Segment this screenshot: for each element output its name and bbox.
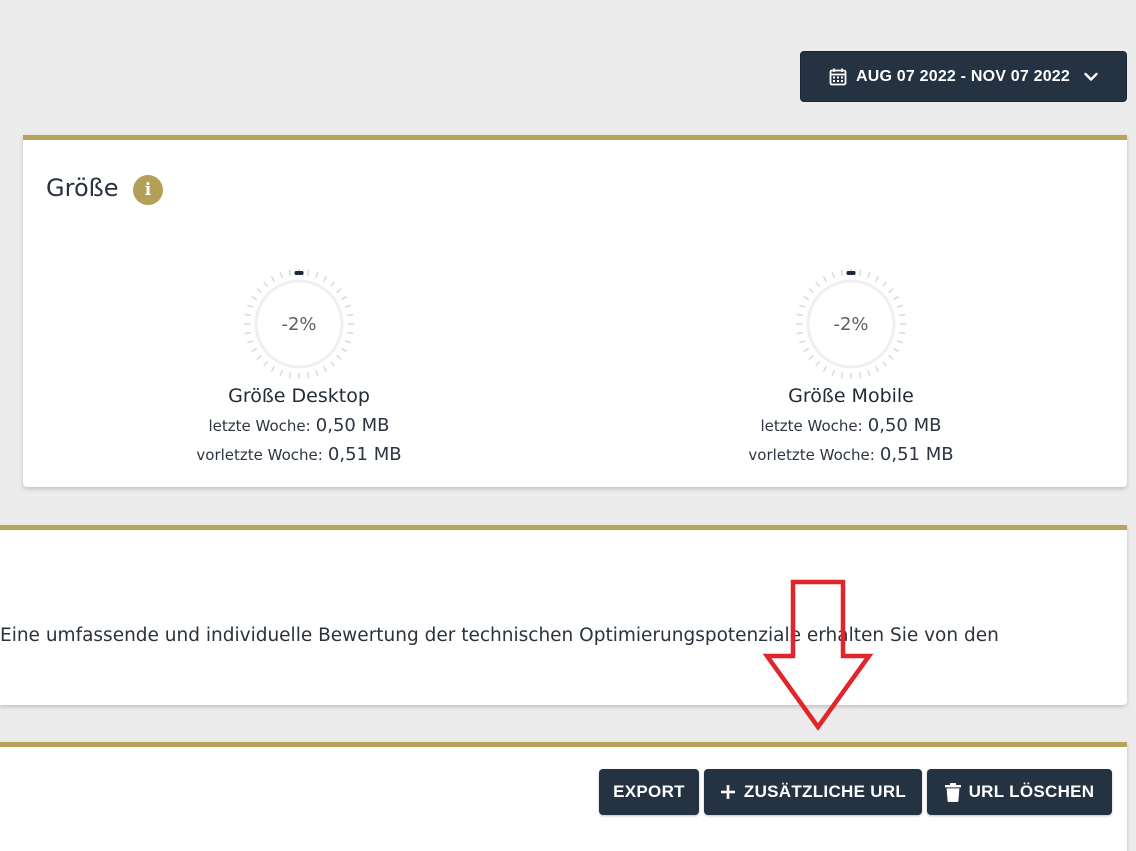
metric-desktop: -2% Größe Desktop letzte Woche: 0,50 MB …	[149, 264, 449, 465]
gauge-desktop: -2%	[239, 264, 359, 384]
info-icon[interactable]: i	[133, 175, 163, 205]
arrow-down-annotation	[762, 579, 874, 731]
page: AUG 07 2022 - NOV 07 2022 Größe i -2% Gr…	[0, 0, 1136, 851]
size-card: Größe i -2% Größe Desktop letzte Woche: …	[23, 135, 1127, 487]
prev-week-value: 0,51 MB	[327, 444, 402, 465]
calendar-icon	[829, 68, 847, 86]
prev-week-label: vorletzte Woche:	[748, 446, 875, 464]
gauge-mobile: -2%	[791, 264, 911, 384]
prev-week-line: vorletzte Woche: 0,51 MB	[149, 444, 449, 465]
last-week-line: letzte Woche: 0,50 MB	[149, 415, 449, 436]
add-url-label: ZUSÄTZLICHE URL	[743, 782, 907, 801]
prev-week-value: 0,51 MB	[879, 444, 954, 465]
card-title: Größe	[46, 174, 119, 202]
last-week-line: letzte Woche: 0,50 MB	[701, 415, 1001, 436]
chevron-down-icon	[1084, 72, 1098, 82]
trash-icon	[944, 782, 961, 802]
export-button[interactable]: EXPORT	[599, 769, 699, 815]
metric-title: Größe Desktop	[228, 385, 370, 407]
date-range-button[interactable]: AUG 07 2022 - NOV 07 2022	[800, 51, 1127, 102]
last-week-value: 0,50 MB	[315, 415, 390, 436]
export-label: EXPORT	[613, 782, 685, 801]
plus-icon	[720, 784, 736, 800]
delete-url-button[interactable]: URL LÖSCHEN	[927, 769, 1112, 815]
gauge-value: -2%	[833, 313, 869, 335]
info-card: Eine umfassende und individuelle Bewertu…	[0, 525, 1127, 705]
last-week-label: letzte Woche:	[208, 417, 311, 435]
delete-url-label: URL LÖSCHEN	[968, 782, 1095, 801]
metric-mobile: -2% Größe Mobile letzte Woche: 0,50 MB v…	[701, 264, 1001, 465]
url-card: EXPORT ZUSÄTZLICHE URL URL LÖSCHEN	[0, 742, 1127, 851]
gauge-value: -2%	[281, 313, 317, 335]
prev-week-line: vorletzte Woche: 0,51 MB	[701, 444, 1001, 465]
last-week-value: 0,50 MB	[867, 415, 942, 436]
metric-title: Größe Mobile	[788, 385, 914, 407]
prev-week-label: vorletzte Woche:	[196, 446, 323, 464]
last-week-label: letzte Woche:	[760, 417, 863, 435]
add-url-button[interactable]: ZUSÄTZLICHE URL	[704, 769, 922, 815]
date-range-label: AUG 07 2022 - NOV 07 2022	[855, 67, 1070, 85]
